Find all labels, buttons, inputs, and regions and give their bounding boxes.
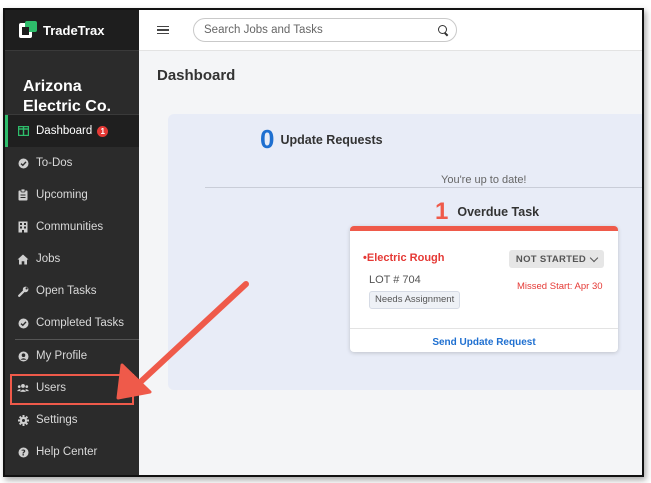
task-name-link[interactable]: •Electric Rough [363, 252, 444, 264]
search-box[interactable] [193, 18, 457, 42]
dashboard-icon [17, 125, 29, 137]
notification-badge: 1 [97, 125, 109, 137]
up-to-date-message: You're up to date! [441, 174, 527, 186]
overdue-label: Overdue Task [457, 205, 540, 219]
update-requests-label: Update Requests [280, 132, 383, 147]
needs-assignment-tag[interactable]: Needs Assignment [369, 291, 461, 309]
update-requests-summary: 0 Update Requests [260, 124, 383, 155]
gear-icon [17, 414, 29, 426]
sidebar-item-upcoming[interactable]: Upcoming [5, 179, 139, 211]
app-window: TradeTrax Arizona Electric Co. Dashboard… [3, 8, 644, 477]
clipboard-icon [17, 189, 29, 201]
search-icon[interactable] [438, 25, 449, 37]
sidebar-nav: Dashboard 1 To-Dos Upcoming Communities [5, 115, 139, 468]
sidebar-item-jobs[interactable]: Jobs [5, 243, 139, 275]
status-dropdown[interactable]: NOT STARTED [509, 250, 604, 268]
logo[interactable]: TradeTrax [5, 10, 139, 51]
wrench-icon [17, 285, 29, 297]
building-icon [17, 221, 29, 233]
menu-icon[interactable] [157, 24, 169, 37]
chevron-down-icon [589, 253, 599, 262]
sidebar-item-dashboard[interactable]: Dashboard 1 [5, 115, 139, 147]
top-bar [139, 10, 642, 51]
sidebar-item-help-center[interactable]: ? Help Center [5, 436, 139, 468]
sidebar-item-communities[interactable]: Communities [5, 211, 139, 243]
sidebar-item-settings[interactable]: Settings [5, 404, 139, 436]
task-card[interactable]: •Electric Rough NOT STARTED LOT # 704 Mi… [350, 226, 618, 352]
page-title: Dashboard [157, 67, 236, 84]
lot-number: LOT # 704 [369, 274, 421, 286]
app-name: TradeTrax [43, 22, 105, 38]
panel-divider [205, 187, 642, 188]
overdue-summary: 1 Overdue Task [435, 198, 539, 226]
check-circle-icon [17, 157, 29, 169]
missed-start-date: Missed Start: Apr 30 [517, 281, 603, 292]
update-requests-count: 0 [260, 124, 275, 154]
check-circle-icon [17, 317, 29, 329]
overdue-count: 1 [435, 198, 449, 225]
card-divider [350, 328, 618, 329]
users-icon [17, 382, 29, 394]
search-input[interactable] [202, 23, 438, 37]
send-update-request-button[interactable]: Send Update Request [350, 337, 618, 348]
sidebar: TradeTrax Arizona Electric Co. Dashboard… [5, 10, 139, 475]
sidebar-item-open-tasks[interactable]: Open Tasks [5, 275, 139, 307]
svg-text:?: ? [21, 448, 26, 457]
sidebar-item-to-dos[interactable]: To-Dos [5, 147, 139, 179]
sidebar-item-users[interactable]: Users [5, 372, 139, 404]
sidebar-item-my-profile[interactable]: My Profile [5, 340, 139, 372]
company-name: Arizona Electric Co. [5, 51, 139, 115]
user-circle-icon [17, 350, 29, 362]
question-circle-icon: ? [17, 446, 29, 458]
tradetrax-logo-icon [19, 21, 37, 39]
sidebar-item-completed-tasks[interactable]: Completed Tasks [5, 307, 139, 339]
home-icon [17, 253, 29, 265]
